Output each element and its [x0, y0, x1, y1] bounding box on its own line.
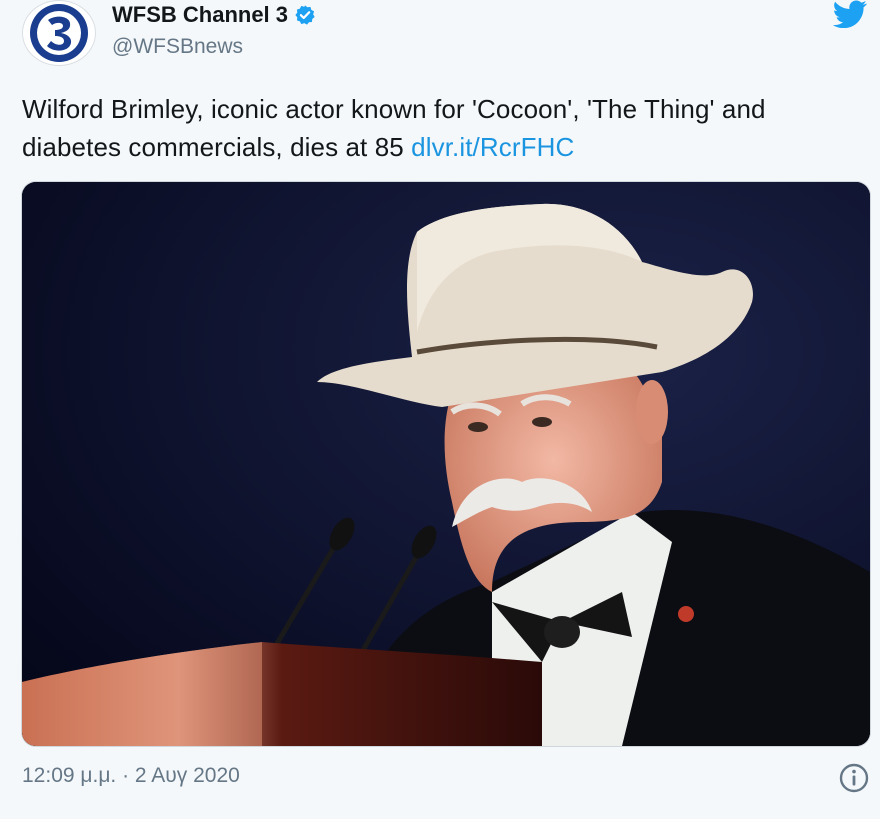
- photo-image: [22, 182, 870, 746]
- twitter-bird-icon[interactable]: [830, 0, 870, 28]
- avatar[interactable]: [22, 0, 96, 66]
- info-icon[interactable]: [838, 762, 870, 794]
- channel-3-logo-icon: [30, 4, 88, 62]
- display-name-text: WFSB Channel 3: [112, 2, 289, 27]
- tweet-text: Wilford Brimley, iconic actor known for …: [22, 90, 862, 166]
- tweet-body: Wilford Brimley, iconic actor known for …: [22, 94, 766, 162]
- tweet-timestamp[interactable]: 12:09 μ.μ. · 2 Αυγ 2020: [22, 764, 240, 788]
- account-handle[interactable]: @WFSBnews: [112, 35, 243, 59]
- tweet-card: WFSB Channel 3 @WFSBnews Wilford Brimley…: [0, 0, 880, 819]
- verified-badge-icon: [295, 5, 315, 25]
- tweet-photo[interactable]: [22, 182, 870, 746]
- display-name[interactable]: WFSB Channel 3: [112, 2, 316, 28]
- tweet-link[interactable]: dlvr.it/RcrFHC: [411, 132, 574, 162]
